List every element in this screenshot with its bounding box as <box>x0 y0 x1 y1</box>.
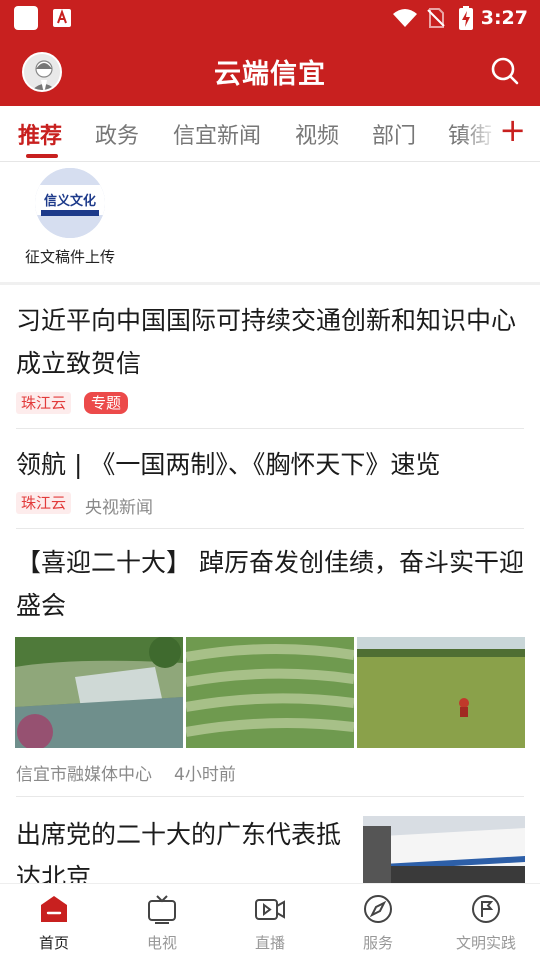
logo-text: 信义文化 <box>44 193 96 209</box>
home-icon <box>41 896 67 922</box>
tv-icon <box>148 895 176 924</box>
tab-department[interactable]: 部门 <box>372 118 416 150</box>
news-time: 4小时前 <box>174 765 236 785</box>
river-weir-image <box>15 637 183 748</box>
nav-service[interactable]: 服务 <box>324 884 432 961</box>
battery-charging-icon <box>459 6 473 30</box>
status-time: 3:27 <box>480 7 528 29</box>
tab-government[interactable]: 政务 <box>95 118 139 150</box>
search-icon[interactable] <box>490 56 520 86</box>
quick-entry[interactable]: 信义文化 征文稿件上传 <box>0 162 540 282</box>
tab-video[interactable]: 视频 <box>295 118 339 150</box>
essay-upload-label: 征文稿件上传 <box>24 248 115 266</box>
nav-civilization[interactable]: 文明实践 <box>432 884 540 961</box>
news-image[interactable] <box>357 637 525 748</box>
page-title: 云端信宜 <box>214 59 326 90</box>
airplane-image <box>363 816 525 883</box>
nav-tv[interactable]: 电视 <box>108 884 216 961</box>
news-title[interactable]: 习近平向中国国际可持续交通创新和知识中心成立致贺信 <box>16 299 524 385</box>
topic-tag: 专题 <box>84 392 129 414</box>
app-icon <box>14 6 38 30</box>
app-header: 云端信宜 <box>0 36 540 106</box>
nav-home[interactable]: 首页 <box>0 884 108 961</box>
nav-label: 服务 <box>362 934 393 952</box>
flag-icon <box>472 895 500 923</box>
source-tag: 珠江云 <box>16 392 72 414</box>
news-image[interactable] <box>186 637 354 748</box>
compass-icon <box>364 895 392 923</box>
nav-label: 文明实践 <box>455 934 516 952</box>
channel-tabs: 推荐 政务 信宜新闻 视频 部门 镇街 + <box>0 106 540 162</box>
tabs-fade <box>460 106 500 161</box>
news-title[interactable]: 领航 | 《一国两制》、《胸怀天下》速览 <box>16 443 524 486</box>
active-tab-indicator <box>26 154 58 158</box>
news-title[interactable]: 出席党的二十大的广东代表抵达北京 <box>16 813 346 883</box>
terraced-field-image <box>186 637 354 748</box>
section-gap <box>0 282 540 285</box>
nav-label: 电视 <box>146 934 177 952</box>
news-image[interactable] <box>15 637 183 748</box>
status-bar: 3:27 <box>0 0 540 36</box>
tab-recommend[interactable]: 推荐 <box>18 118 62 150</box>
nav-label: 首页 <box>38 934 69 952</box>
nav-label: 直播 <box>254 934 285 952</box>
rice-field-image <box>357 637 525 748</box>
tab-xinyi-news[interactable]: 信宜新闻 <box>173 118 261 150</box>
source-tag: 珠江云 <box>16 492 72 514</box>
pdf-app-icon <box>53 9 71 27</box>
wifi-icon <box>393 9 417 27</box>
news-image[interactable] <box>363 816 525 883</box>
news-source: 央视新闻 <box>85 498 153 518</box>
live-video-icon <box>255 899 285 920</box>
bottom-nav: 首页 电视 直播 服务 文明实践 <box>0 883 540 960</box>
divider <box>16 428 524 429</box>
news-title[interactable]: 【喜迎二十大】 踔厉奋发创佳绩，奋斗实干迎盛会 <box>16 541 524 627</box>
news-item[interactable]: 出席党的二十大的广东代表抵达北京 <box>0 797 540 883</box>
nav-live[interactable]: 直播 <box>216 884 324 961</box>
no-signal-icon <box>427 8 445 28</box>
news-source: 信宜市融媒体中心 <box>16 765 152 785</box>
divider <box>16 528 524 529</box>
essay-logo-icon: 信义文化 <box>35 168 105 238</box>
essay-upload-logo: 信义文化 <box>35 168 105 238</box>
add-channel-button[interactable]: + <box>499 114 526 146</box>
